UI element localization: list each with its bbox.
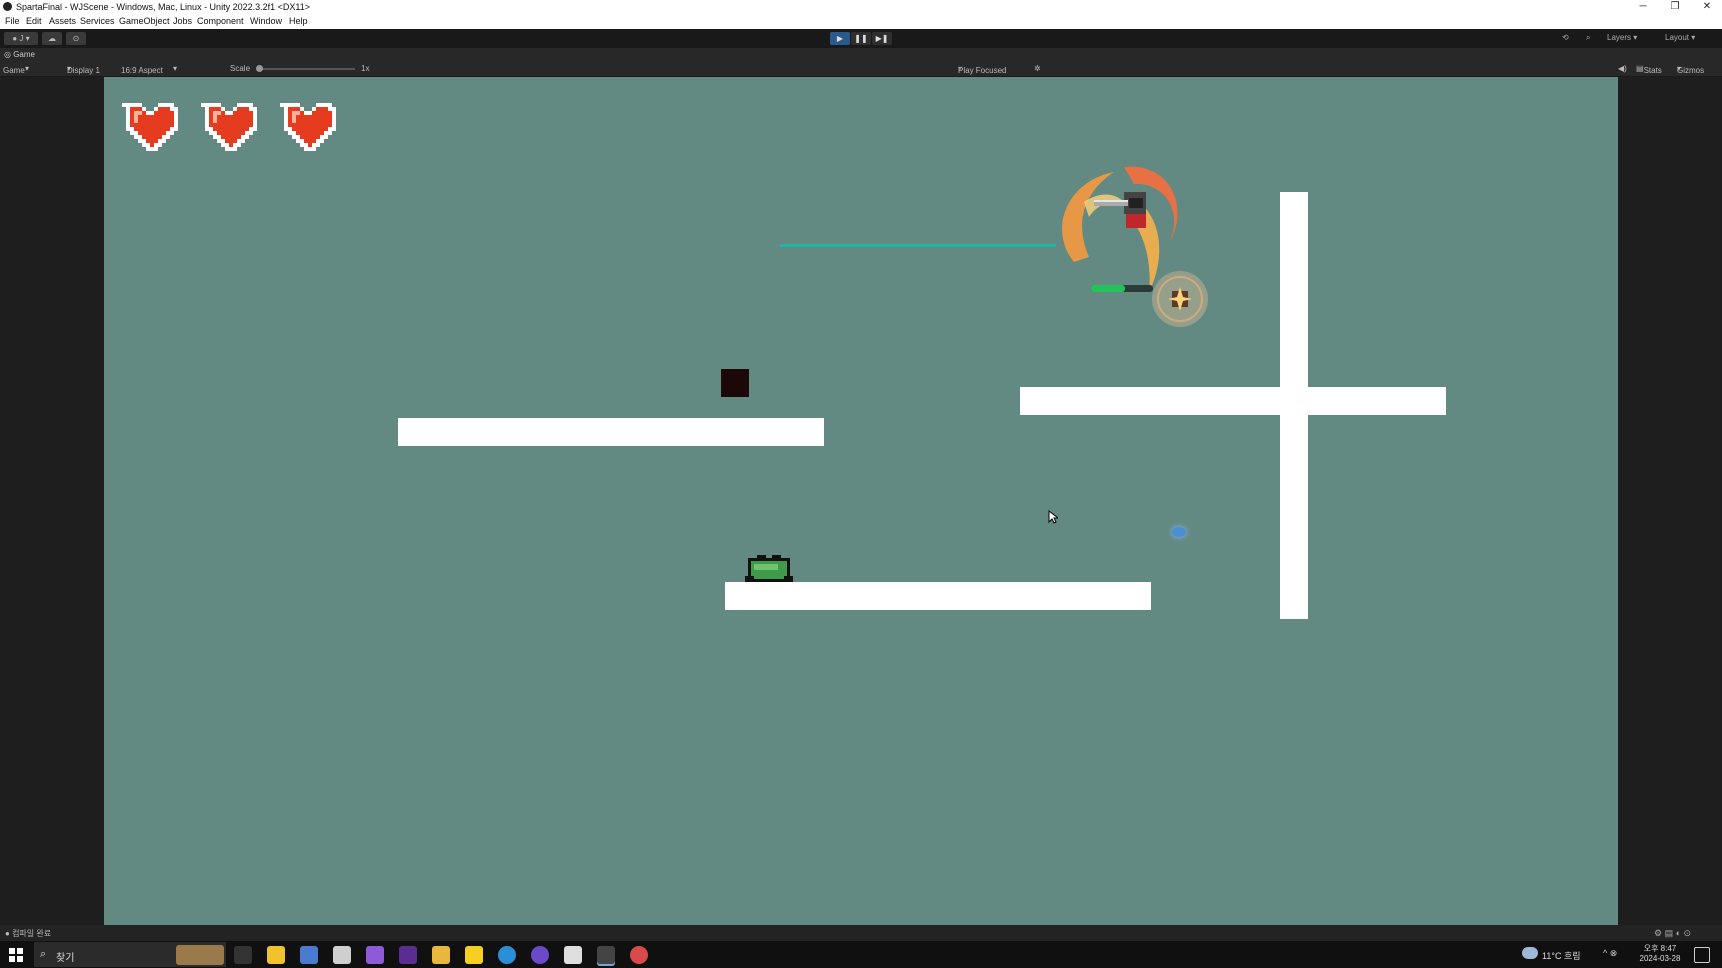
step-button[interactable]: ▶❚ <box>872 32 892 45</box>
aspect-label: 16:9 Aspect <box>121 66 163 75</box>
status-message: 컴파일 완료 <box>12 929 52 938</box>
calculator-icon[interactable] <box>300 946 318 964</box>
status-icons: ⚙ ▤ ◐ ⊙ <box>1654 928 1692 938</box>
windows-taskbar: ⌕ 찾기 11°C 흐림 ^ ⊗ 오후 8:47 2024-03-28 <box>0 941 1722 968</box>
game-tab-bar: ◎ Game <box>0 48 1722 62</box>
minimize-button[interactable]: ─ <box>1628 0 1658 14</box>
layers-dropdown[interactable]: Layers ▾ <box>1607 33 1657 42</box>
file-explorer-icon[interactable] <box>432 946 450 964</box>
play-button[interactable]: ▶ <box>830 32 850 45</box>
gizmos-dropdown[interactable]: Gizmos ▾ <box>1677 64 1704 75</box>
player-character <box>745 555 793 582</box>
menu-gameobject[interactable]: GameObject <box>119 16 170 26</box>
heart-icon <box>201 103 257 151</box>
game-mode-dropdown[interactable]: Game ▾ <box>3 64 29 75</box>
search-highlight-image <box>176 945 224 965</box>
scale-value: 1x <box>361 64 370 73</box>
layout-dropdown[interactable]: Layout ▾ <box>1665 33 1717 42</box>
main-toolbar: ● J ▾ ☁ ⊙ ▶ ❚❚ ▶❚ ⟲ ⌕ Layers ▾ Layout ▾ <box>0 29 1722 48</box>
platform-left <box>398 418 824 446</box>
account-button[interactable]: ● J ▾ <box>4 32 38 45</box>
unity-editor-icon[interactable] <box>597 946 615 964</box>
unity-hub-icon[interactable] <box>564 946 582 964</box>
bug-icon[interactable]: ✲ <box>1034 64 1041 73</box>
heart-icon <box>122 103 178 151</box>
account-label: J <box>19 34 24 43</box>
explosion-effect <box>1152 271 1208 327</box>
task-view-icon[interactable] <box>234 946 252 964</box>
stats-button[interactable]: ▤ Stats <box>1636 64 1662 75</box>
platform-bottom <box>725 582 1151 610</box>
tab-game[interactable]: ◎ Game <box>4 50 35 59</box>
windows-start-icon[interactable] <box>9 948 23 962</box>
vertical-wall <box>1280 192 1308 619</box>
menu-bar: File Edit Assets Services GameObject Job… <box>0 14 1722 30</box>
play-focused-label: Play Focused <box>958 66 1007 75</box>
layout-label: Layout <box>1665 33 1690 42</box>
menu-component[interactable]: Component <box>197 16 244 26</box>
enemy-health-fill <box>1091 285 1126 292</box>
weather-cloud-icon <box>1522 947 1538 959</box>
clipchamp-icon[interactable] <box>366 946 384 964</box>
game-mode-label: Game <box>3 66 25 75</box>
notification-icon[interactable] <box>1694 947 1710 963</box>
history-icon[interactable]: ⟲ <box>1562 33 1569 42</box>
menu-file[interactable]: File <box>5 16 20 26</box>
sticky-notes-icon[interactable] <box>267 946 285 964</box>
search-icon: ⌕ <box>40 948 47 960</box>
chrome-icon[interactable] <box>630 946 648 964</box>
gizmos-label: Gizmos <box>1677 66 1705 75</box>
edge-icon[interactable] <box>498 946 516 964</box>
status-bar: ● 컴파일 완료 ⚙ ▤ ◐ ⊙ <box>0 925 1722 941</box>
enemy-health-bar <box>1091 285 1153 292</box>
unity-icon <box>3 2 12 11</box>
app-icon[interactable] <box>333 946 351 964</box>
menu-jobs[interactable]: Jobs <box>173 16 192 26</box>
clock[interactable]: 오후 8:47 2024-03-28 <box>1638 943 1682 963</box>
heart-icon <box>280 103 336 151</box>
tray-icons[interactable]: ^ ⊗ <box>1603 948 1617 959</box>
menu-edit[interactable]: Edit <box>26 16 42 26</box>
scale-slider-handle[interactable] <box>256 65 263 72</box>
status-text: ● 컴파일 완료 <box>5 929 52 938</box>
tab-game-label: Game <box>13 50 35 59</box>
layers-label: Layers <box>1607 33 1632 42</box>
clock-date: 2024-03-28 <box>1639 954 1681 963</box>
taskbar-search[interactable]: ⌕ 찾기 <box>34 942 226 967</box>
menu-help[interactable]: Help <box>289 16 308 26</box>
clock-time: 오후 8:47 <box>1643 944 1677 953</box>
laser-beam <box>780 244 1056 247</box>
mouse-cursor-icon <box>1048 510 1058 524</box>
dark-block <box>721 369 749 397</box>
search-placeholder: 찾기 <box>56 953 75 964</box>
display-dropdown[interactable]: Display 1 ▾ <box>67 64 100 75</box>
mute-audio-icon[interactable]: ◀) <box>1618 64 1627 73</box>
title-bar: SpartaFinal - WJScene - Windows, Mac, Li… <box>0 0 1722 14</box>
scale-label: Scale <box>230 64 251 73</box>
collab-icon[interactable]: ⊙ <box>66 32 86 45</box>
restore-button[interactable]: ❐ <box>1660 0 1690 14</box>
play-focused-dropdown[interactable]: Play Focused ▾ <box>958 64 1006 75</box>
scale-slider-track[interactable] <box>260 68 355 70</box>
platform-right <box>1020 387 1446 415</box>
menu-assets[interactable]: Assets <box>49 16 76 26</box>
menu-window[interactable]: Window <box>250 16 282 26</box>
cloud-icon[interactable]: ☁ <box>42 32 62 45</box>
close-button[interactable]: ✕ <box>1692 0 1722 14</box>
stats-label: Stats <box>1643 66 1662 75</box>
search-icon[interactable]: ⌕ <box>1586 33 1590 43</box>
game-viewport[interactable] <box>104 77 1618 925</box>
display-label: Display 1 <box>67 66 100 75</box>
kakaotalk-icon[interactable] <box>465 946 483 964</box>
blue-projectile <box>1172 527 1186 537</box>
weather-text: 11°C 흐림 <box>1542 951 1581 961</box>
menu-services[interactable]: Services <box>80 16 115 26</box>
window-title: SpartaFinal - WJScene - Windows, Mac, Li… <box>16 2 310 12</box>
pause-button[interactable]: ❚❚ <box>851 32 871 45</box>
visual-studio-icon[interactable] <box>399 946 417 964</box>
aspect-dropdown[interactable]: 16:9 Aspect ▾ <box>121 64 177 75</box>
github-icon[interactable] <box>531 946 549 964</box>
